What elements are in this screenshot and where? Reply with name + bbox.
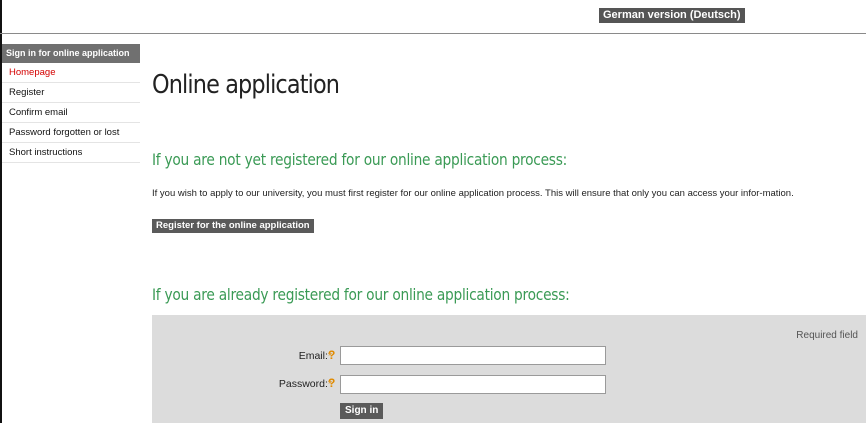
intro-text: If you wish to apply to our university, …	[152, 188, 794, 199]
sign-in-button[interactable]: Sign in	[340, 403, 384, 419]
sidebar-list: Homepage Register Confirm email Password…	[2, 63, 140, 163]
sidebar-item-homepage[interactable]: Homepage	[2, 63, 140, 83]
email-help-icon[interactable]: ?	[328, 348, 335, 362]
registered-heading: If you are already registered for our on…	[152, 285, 570, 304]
email-label-text: Email:	[298, 350, 328, 362]
sidebar: Sign in for online application Homepage …	[2, 44, 140, 163]
password-label: Password:*	[152, 378, 332, 390]
required-field-note: Required field	[796, 330, 858, 341]
sidebar-item-confirm-email[interactable]: Confirm email	[2, 103, 140, 123]
email-label: Email:*	[152, 350, 332, 362]
email-input[interactable]	[340, 346, 606, 365]
not-registered-heading: If you are not yet registered for our on…	[152, 150, 568, 169]
password-help-icon[interactable]: ?	[328, 376, 335, 390]
page-title: Online application	[152, 70, 340, 100]
sidebar-item-register[interactable]: Register	[2, 83, 140, 103]
register-online-application-button[interactable]: Register for the online application	[152, 219, 314, 233]
signin-form-panel: Required field Email:* ? Password:* ? Si…	[152, 315, 866, 423]
password-label-text: Password:	[278, 378, 328, 390]
sidebar-item-short-instructions[interactable]: Short instructions	[2, 143, 140, 163]
sidebar-title: Sign in for online application	[2, 44, 140, 63]
sidebar-item-password-forgotten[interactable]: Password forgotten or lost	[2, 123, 140, 143]
password-input[interactable]	[340, 375, 606, 394]
